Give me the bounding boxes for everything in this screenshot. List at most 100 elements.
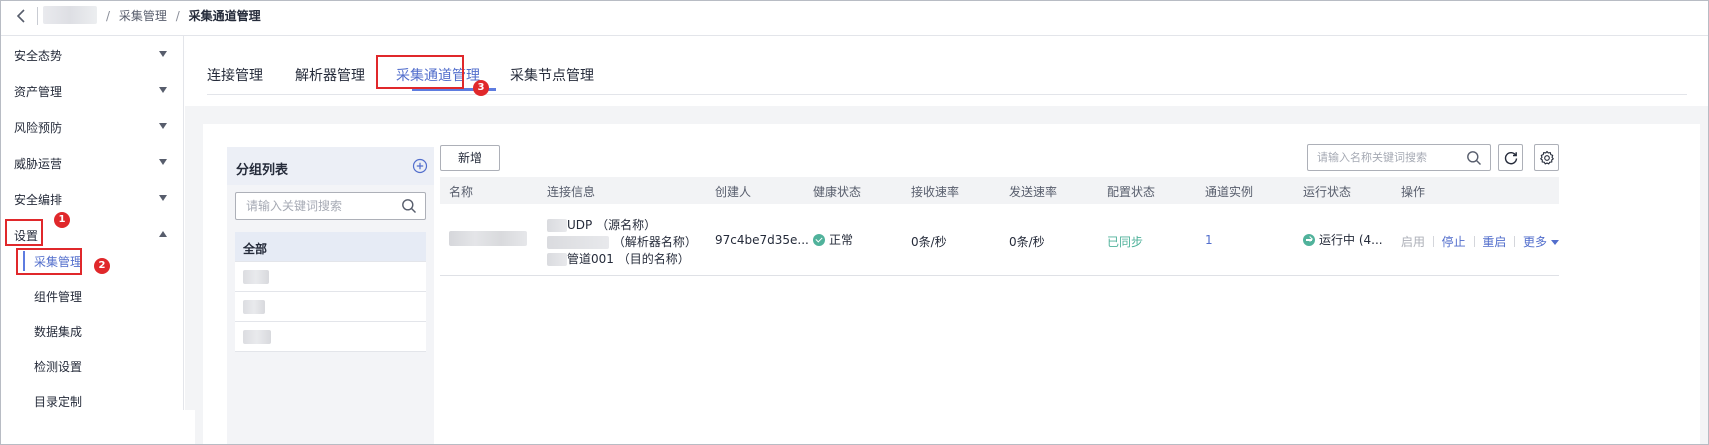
chevron-down-icon (159, 159, 167, 165)
tab-connection-management[interactable]: 连接管理 (207, 65, 263, 85)
chevron-down-icon (159, 195, 167, 201)
more-action[interactable]: 更多 (1523, 235, 1560, 249)
sidebar-item-risk-prevention[interactable]: 风险预防 (1, 108, 184, 146)
health-text: 正常 (829, 233, 854, 247)
sidebar-subitem-label: 目录定制 (34, 395, 83, 409)
back-arrow-icon[interactable] (11, 5, 33, 27)
run-status-cell: 运行中 (4... (1303, 231, 1383, 248)
channel-name-redacted[interactable] (449, 231, 527, 246)
group-search-box (235, 192, 426, 220)
enable-action[interactable]: 启用 (1401, 235, 1425, 249)
column-header-receive-rate: 接收速率 (911, 185, 960, 199)
redacted-text (243, 270, 269, 284)
content-card: 分组列表 全部 (203, 124, 1700, 444)
divider (37, 7, 38, 25)
column-header-creator: 创建人 (715, 185, 752, 199)
sidebar-subitem-component-management[interactable]: 组件管理 (1, 277, 184, 315)
sidebar-subitem-label: 数据集成 (34, 325, 83, 339)
breadcrumb-root-redacted[interactable] (43, 6, 97, 24)
column-header-connection: 连接信息 (547, 185, 596, 199)
source-note: （源名称） (596, 218, 657, 232)
breadcrumb-item-collection[interactable]: 采集管理 (119, 9, 167, 23)
sidebar-item-label: 风险预防 (14, 121, 63, 135)
refresh-icon (1504, 152, 1518, 165)
tab-parser-management[interactable]: 解析器管理 (295, 65, 365, 85)
name-search-box (1307, 144, 1491, 171)
action-divider (1514, 236, 1516, 247)
breadcrumb-separator: / (175, 9, 180, 23)
sidebar-subitem-label: 组件管理 (34, 290, 83, 304)
creator-cell: 97c4be7d35e... (715, 233, 809, 247)
check-circle-icon (813, 234, 825, 246)
redacted-text (547, 236, 609, 249)
settings-button[interactable] (1534, 144, 1559, 171)
name-search-input[interactable] (1308, 145, 1458, 170)
chevron-down-icon (159, 87, 167, 93)
table-header: 名称 连接信息 创建人 健康状态 接收速率 发送速率 配置状态 通道实例 运行状… (440, 177, 1559, 204)
restart-action[interactable]: 重启 (1482, 235, 1506, 249)
stop-action[interactable]: 停止 (1442, 235, 1466, 249)
redacted-text (243, 300, 265, 314)
step-badge-1: 1 (54, 212, 70, 228)
breadcrumb: / 采集管理 / 采集通道管理 (101, 7, 261, 24)
sidebar-item-label: 安全态势 (14, 49, 63, 63)
group-search-input[interactable] (236, 193, 396, 219)
group-item-redacted[interactable] (235, 262, 426, 292)
column-header-send-rate: 发送速率 (1009, 185, 1058, 199)
health-cell: 正常 (813, 231, 853, 248)
sidebar-item-asset-management[interactable]: 资产管理 (1, 72, 184, 110)
step-badge-3: 3 (473, 80, 489, 96)
add-button[interactable]: 新增 (440, 145, 500, 171)
table-row[interactable]: UDP （源名称） （解析器名称） 管道001 （目的名称） 97c4be7d3… (440, 204, 1560, 276)
sidebar-item-security-situation[interactable]: 安全态势 (1, 36, 184, 74)
action-divider (1473, 236, 1475, 247)
add-circle-icon[interactable] (412, 158, 428, 174)
breadcrumb-current: 采集通道管理 (188, 9, 261, 23)
more-label: 更多 (1523, 235, 1548, 249)
highlight-box-tab (376, 55, 464, 89)
gear-icon (1540, 150, 1554, 165)
highlight-box-collection (16, 248, 82, 275)
breadcrumb-separator: / (106, 9, 111, 23)
send-rate-cell: 0条/秒 (1009, 235, 1045, 249)
group-item-all[interactable]: 全部 (235, 232, 426, 262)
sidebar-subitem-data-integration[interactable]: 数据集成 (1, 312, 184, 350)
chevron-down-icon (1551, 240, 1560, 245)
run-status-text: 运行中 (4... (1319, 233, 1383, 247)
sidebar-notch (171, 410, 195, 444)
instances-link[interactable]: 1 (1205, 233, 1213, 247)
sidebar-item-label: 威胁运营 (14, 157, 63, 171)
group-panel-title: 分组列表 (236, 163, 289, 178)
column-header-actions: 操作 (1401, 185, 1426, 199)
sidebar-item-label: 资产管理 (14, 85, 63, 99)
redacted-text (547, 253, 567, 266)
sidebar-subitem-label: 检测设置 (34, 360, 83, 374)
sidebar-item-threat-operations[interactable]: 威胁运营 (1, 144, 184, 182)
app-window: / 采集管理 / 采集通道管理 安全态势 资产管理 风险预防 威胁运营 安全编排 (0, 0, 1709, 445)
group-item-label: 全部 (243, 242, 268, 256)
config-status-cell: 已同步 (1107, 235, 1144, 249)
parser-note: （解析器名称） (612, 235, 697, 249)
chevron-up-icon (159, 231, 167, 237)
main-area: 连接管理 解析器管理 采集通道管理 采集节点管理 3 分组列表 请输入关键词搜索… (185, 36, 1708, 444)
tab-divider (207, 94, 1687, 95)
search-icon[interactable] (1466, 150, 1482, 166)
sidebar-subitem-directory-customization[interactable]: 目录定制 (1, 382, 184, 420)
refresh-button[interactable] (1498, 144, 1523, 171)
column-header-health: 健康状态 (813, 185, 862, 199)
sidebar-item-security-orchestration[interactable]: 安全编排 (1, 180, 184, 218)
column-header-instances: 通道实例 (1205, 185, 1254, 199)
search-icon[interactable] (401, 198, 417, 214)
tab-collection-node-management[interactable]: 采集节点管理 (510, 65, 594, 85)
column-header-config-status: 配置状态 (1107, 185, 1156, 199)
source-protocol: UDP (567, 218, 593, 232)
destination-note: （目的名称） (617, 252, 690, 266)
column-header-name: 名称 (449, 185, 474, 199)
sidebar: 安全态势 资产管理 风险预防 威胁运营 安全编排 设置 1 采集管理 2 组件管… (1, 36, 184, 444)
connection-destination: 管道001 （目的名称） (547, 250, 690, 267)
tab-bar: 连接管理 解析器管理 采集通道管理 采集节点管理 3 (185, 36, 1708, 106)
sidebar-subitem-detection-settings[interactable]: 检测设置 (1, 347, 184, 385)
group-item-redacted[interactable] (235, 322, 426, 352)
group-item-redacted[interactable] (235, 292, 426, 322)
chevron-down-icon (159, 123, 167, 129)
